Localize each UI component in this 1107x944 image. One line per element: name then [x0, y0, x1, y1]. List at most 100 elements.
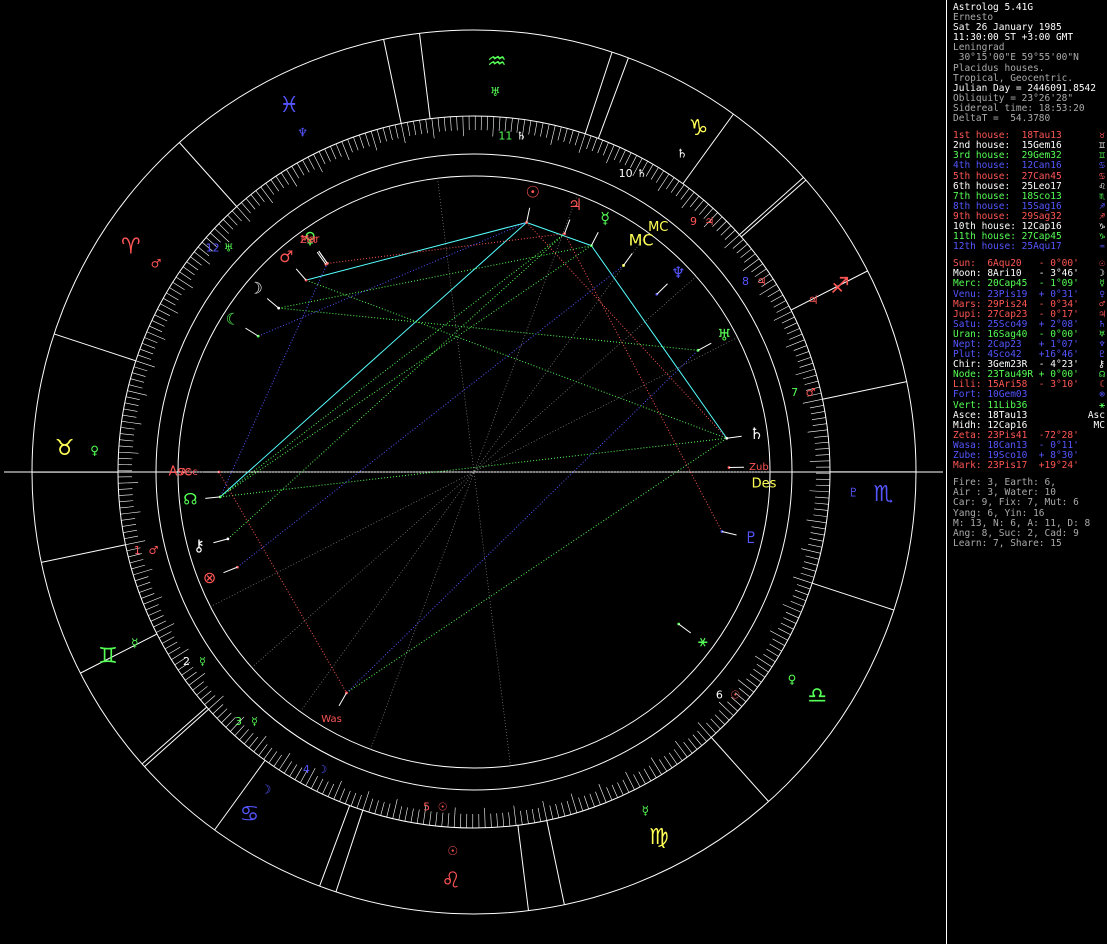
degree-tick [123, 529, 138, 533]
zodiac-sign-icon: ♐ [830, 274, 850, 299]
degree-tick [376, 129, 382, 144]
degree-tick [718, 710, 730, 721]
degree-tick [508, 812, 511, 827]
house-ruler-icon: ♂ [806, 386, 816, 399]
degree-tick [222, 219, 234, 230]
degree-tick [689, 195, 700, 208]
degree-tick [179, 271, 192, 281]
degree-tick [694, 199, 705, 211]
sun-icon: ☉ [526, 183, 540, 202]
zodiac-sign-icon: ♒ [487, 50, 507, 75]
degree-tick [542, 800, 548, 821]
house-number: 5 [423, 801, 430, 814]
degree-tick [806, 519, 827, 524]
degree-tick [751, 263, 763, 273]
zodiac-sign-icon: ♊ [98, 644, 118, 669]
degree-tick [720, 225, 732, 236]
aspect-line [220, 437, 727, 498]
degree-tick [241, 202, 251, 214]
degree-tick [124, 402, 139, 406]
planet-leader [316, 251, 327, 265]
degree-tick [341, 141, 350, 161]
aspect-line [237, 265, 624, 568]
house-cusp-outer [418, 33, 431, 119]
degree-tick [447, 813, 450, 828]
degree-tick [770, 294, 784, 303]
degree-tick [263, 747, 273, 760]
mc-icon: MC [629, 231, 654, 250]
sign-boundary [383, 39, 402, 124]
sign-boundary [584, 51, 613, 134]
aspect-line [526, 222, 592, 247]
degree-tick [362, 791, 370, 811]
degree-tick [163, 298, 176, 306]
mars-icon: ♂ [279, 247, 293, 266]
house-cusp-outer [80, 633, 158, 674]
degree-tick [374, 800, 379, 814]
satu-icon: ♄ [749, 424, 763, 443]
degree-tick [655, 170, 664, 183]
house-ruler-icon: ☉ [730, 689, 740, 702]
degree-tick [793, 576, 813, 584]
degree-tick [814, 502, 829, 505]
degree-tick [724, 234, 740, 249]
zodiac-sign-icon: ♌ [441, 868, 461, 893]
degree-tick [196, 686, 208, 696]
degree-tick [492, 116, 495, 137]
house-ruler-icon: ☿ [251, 715, 258, 728]
degree-tick [144, 337, 158, 344]
planet-leader [266, 298, 279, 309]
nept-icon: ♆ [671, 263, 685, 282]
degree-tick [706, 722, 717, 734]
degree-tick [486, 116, 488, 131]
degree-tick [809, 404, 824, 409]
degree-tick [776, 305, 790, 313]
house-ruler-icon: ☉ [438, 801, 448, 814]
degree-tick [802, 567, 816, 572]
degree-tick [394, 124, 399, 139]
degree-tick [132, 372, 146, 377]
aspect-line [278, 245, 592, 309]
house-number: 10 [619, 167, 633, 180]
degree-tick [597, 139, 604, 154]
house-cusp-outer [141, 706, 208, 765]
degree-tick [435, 811, 438, 826]
house-cusp-line [300, 471, 475, 712]
zodiac-sign-icon: ♏ [873, 482, 893, 507]
degree-tick [125, 396, 140, 401]
degree-tick [157, 309, 170, 316]
degree-tick [291, 166, 300, 179]
planet-leader [697, 342, 712, 351]
house-cusp-outer [517, 825, 530, 911]
degree-tick [650, 167, 659, 180]
degree-tick [368, 798, 374, 813]
degree-tick [153, 620, 167, 628]
degree-tick [598, 783, 607, 803]
degree-tick [311, 776, 318, 789]
degree-tick [335, 143, 342, 157]
aspect-line [219, 245, 592, 498]
degree-tick [809, 538, 824, 542]
planet-leader [721, 531, 737, 536]
merc-icon: ☿ [600, 208, 610, 227]
degree-tick [643, 768, 652, 782]
degree-tick [456, 116, 458, 131]
sign-ruler-icon: ♆ [297, 125, 308, 139]
degree-tick [808, 543, 823, 548]
degree-tick [450, 116, 452, 131]
degree-tick [119, 500, 134, 503]
degree-tick [699, 203, 709, 215]
degree-tick [168, 646, 181, 655]
house-number: 3 [235, 715, 242, 728]
degree-tick [172, 282, 185, 291]
degree-tick [625, 771, 635, 790]
degree-tick [683, 742, 693, 754]
degree-tick [622, 779, 630, 793]
degree-tick [566, 800, 572, 815]
degree-tick [490, 813, 492, 828]
degree-tick [638, 771, 646, 785]
degree-tick [128, 384, 143, 389]
degree-tick [773, 300, 787, 308]
planet-leader [623, 252, 633, 266]
degree-tick [161, 636, 175, 644]
